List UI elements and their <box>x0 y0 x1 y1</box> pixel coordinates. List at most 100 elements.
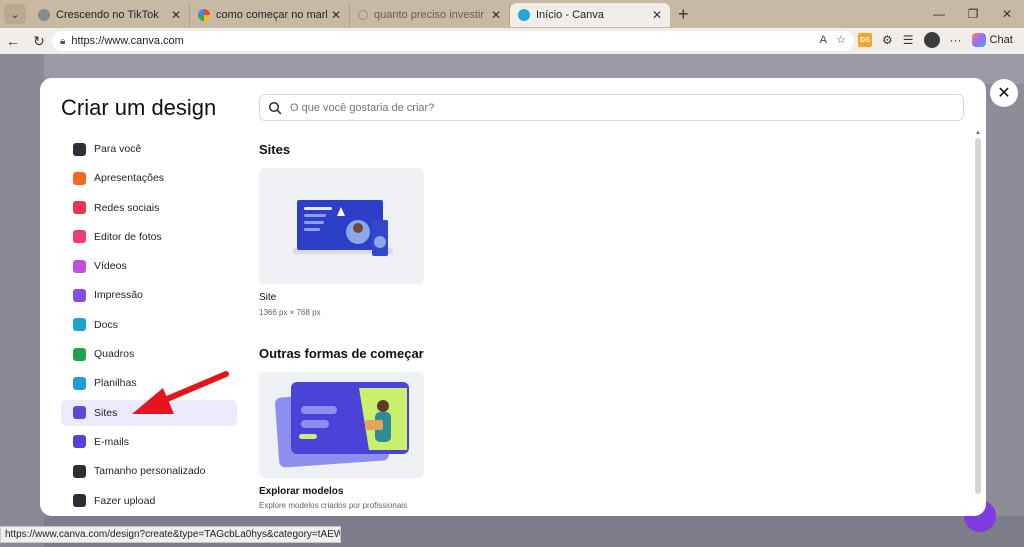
new-tab-button[interactable]: + <box>678 4 689 25</box>
sidebar-item[interactable]: Quadros <box>61 341 237 367</box>
chat-label: Chat <box>989 34 1013 46</box>
close-icon[interactable]: ✕ <box>652 8 662 22</box>
sidebar-item-label: Vídeos <box>94 260 127 273</box>
cloud-upload-icon <box>73 494 86 508</box>
refresh-icon[interactable]: ↻ <box>26 33 52 50</box>
sidebar-item-label: Apresentações <box>94 172 165 185</box>
read-aloud-icon[interactable]: A <box>820 34 827 46</box>
search-icon <box>358 10 368 20</box>
spreadsheet-icon <box>73 376 86 390</box>
video-icon <box>73 259 86 273</box>
sidebar-item-label: Docs <box>94 318 118 331</box>
canva-icon <box>518 9 530 21</box>
google-icon <box>198 9 210 21</box>
sidebar-item[interactable]: Tamanho personalizado <box>61 458 237 484</box>
browser-tab[interactable]: como começar no marketing digit ✕ <box>190 3 350 27</box>
omnibox-actions: A ☆ <box>820 33 846 46</box>
tab-list-button[interactable]: ⌄ <box>4 4 26 24</box>
category-sidebar: Para você Apresentações Redes sociais Edito… <box>61 136 237 516</box>
back-icon[interactable]: ← <box>0 33 26 49</box>
sidebar-item[interactable]: Docs <box>61 312 237 338</box>
create-design-modal: Criar um design Para você Apresentações Re… <box>40 78 986 516</box>
close-icon[interactable]: ✕ <box>491 8 501 22</box>
site-info-icon[interactable]: 🔒︎ <box>60 36 65 47</box>
sidebar-item[interactable]: E-mails <box>61 429 237 455</box>
resize-icon <box>73 464 86 478</box>
url-field[interactable]: 🔒︎ https://www.canva.com A ☆ <box>52 31 854 51</box>
sidebar-item-label: Editor de fotos <box>94 230 162 243</box>
browser-toolbar: DS ⚙ ☰ ··· Chat <box>858 32 1013 48</box>
site-preview-illustration <box>293 200 393 256</box>
favorite-star-icon[interactable]: ☆ <box>836 34 846 46</box>
close-icon[interactable]: ✕ <box>171 8 181 22</box>
site-card-dimensions: 1366 px × 768 px <box>259 308 321 317</box>
explore-templates-card[interactable] <box>259 372 424 478</box>
tab-title: como começar no marketing digit <box>216 9 327 21</box>
search-icon <box>268 101 282 114</box>
canva-sidebar <box>0 54 44 547</box>
modal-scrollbar[interactable] <box>975 138 981 494</box>
sidebar-item-label: Tamanho personalizado <box>94 465 206 478</box>
design-search[interactable] <box>259 94 964 121</box>
more-icon[interactable]: ··· <box>950 33 962 47</box>
sidebar-item-label: Redes sociais <box>94 201 160 214</box>
address-bar: ← ↻ 🔒︎ https://www.canva.com A ☆ DS ⚙ ☰ … <box>0 28 1024 54</box>
sidebar-item[interactable]: Para você <box>61 136 237 162</box>
site-template-card[interactable] <box>259 168 424 284</box>
close-icon: ✕ <box>997 85 1011 102</box>
sidebar-item[interactable]: Vídeos <box>61 253 237 279</box>
url-text: https://www.canva.com <box>71 35 184 47</box>
sidebar-item-label: Fazer upload <box>94 494 156 507</box>
tab-favicon-icon <box>38 9 50 21</box>
sidebar-item-label: Planilhas <box>94 377 137 390</box>
sidebar-item-label: Quadros <box>94 348 135 361</box>
mail-icon <box>73 435 86 449</box>
close-window-icon[interactable]: ✕ <box>990 7 1024 21</box>
close-icon[interactable]: ✕ <box>331 8 341 22</box>
chevron-down-icon: ⌄ <box>10 8 20 21</box>
scroll-up-icon[interactable]: ▲ <box>975 130 981 136</box>
browser-tab[interactable]: Crescendo no TikTok ✕ <box>30 3 190 27</box>
doc-icon <box>73 318 86 332</box>
sidebar-item[interactable]: Redes sociais <box>61 195 237 221</box>
sidebar-item[interactable]: Apresentações <box>61 165 237 191</box>
modal-title: Criar um design <box>61 95 217 120</box>
sidebar-item-label: E-mails <box>94 435 130 448</box>
explore-templates-illustration <box>275 382 409 468</box>
tab-title: quanto preciso investir para come <box>374 9 487 21</box>
restore-icon[interactable]: ❐ <box>956 7 990 21</box>
search-input[interactable] <box>290 101 950 114</box>
extensions-icon[interactable]: ⚙ <box>882 33 893 47</box>
minimize-icon[interactable]: — <box>922 7 956 21</box>
heart-icon <box>73 201 86 215</box>
explore-templates-label: Explorar modelos <box>259 486 344 497</box>
browser-tab-active[interactable]: Início - Canva ✕ <box>510 3 670 27</box>
explore-templates-sub: Explore modelos criados por profissionai… <box>259 501 408 510</box>
section-title-other: Outras formas de começar <box>259 346 424 361</box>
site-card-label: Site <box>259 292 277 303</box>
browser-tab[interactable]: quanto preciso investir para come ✕ <box>350 3 510 27</box>
presentation-icon <box>73 171 86 185</box>
sidebar-item-label: Sites <box>94 406 118 419</box>
sidebar-item-label: Impressão <box>94 289 144 302</box>
section-title-sites: Sites <box>259 142 291 157</box>
sidebar-item[interactable]: Impressão <box>61 282 237 308</box>
sidebar-item[interactable]: Sites <box>61 399 237 426</box>
avatar[interactable] <box>923 32 940 48</box>
close-modal-button[interactable]: ✕ <box>990 79 1018 107</box>
camera-icon <box>73 230 86 244</box>
copilot-icon <box>971 33 986 47</box>
extension-ds-icon[interactable]: DS <box>858 33 872 47</box>
sidebar-item[interactable]: Planilhas <box>61 370 237 396</box>
whiteboard-icon <box>73 347 86 361</box>
browser-tab-bar: ⌄ Crescendo no TikTok ✕ como começar no … <box>0 0 1024 28</box>
favorites-icon[interactable]: ☰ <box>903 33 914 47</box>
status-url-bar: https://www.canva.com/design?create&type… <box>0 526 341 543</box>
tab-title: Crescendo no TikTok <box>56 9 159 21</box>
chat-button[interactable]: Chat <box>971 33 1013 47</box>
tab-title: Início - Canva <box>536 9 604 21</box>
sidebar-item[interactable]: Editor de fotos <box>61 224 237 250</box>
sidebar-item-label: Para você <box>94 143 142 155</box>
window-controls: — ❐ ✕ <box>922 0 1024 28</box>
sidebar-item[interactable]: Fazer upload <box>61 488 237 514</box>
